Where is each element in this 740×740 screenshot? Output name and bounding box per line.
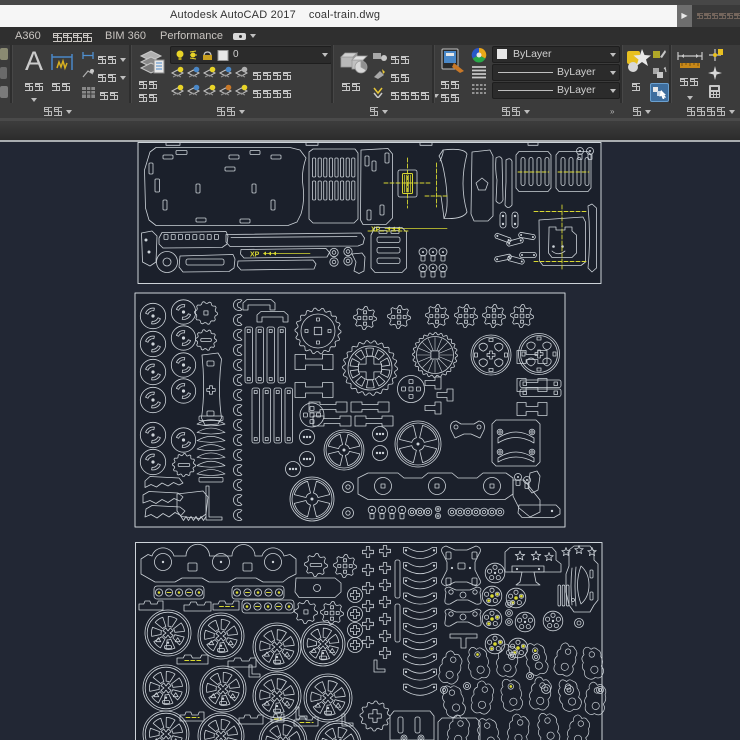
svg-text:XP: XP: [250, 252, 260, 259]
